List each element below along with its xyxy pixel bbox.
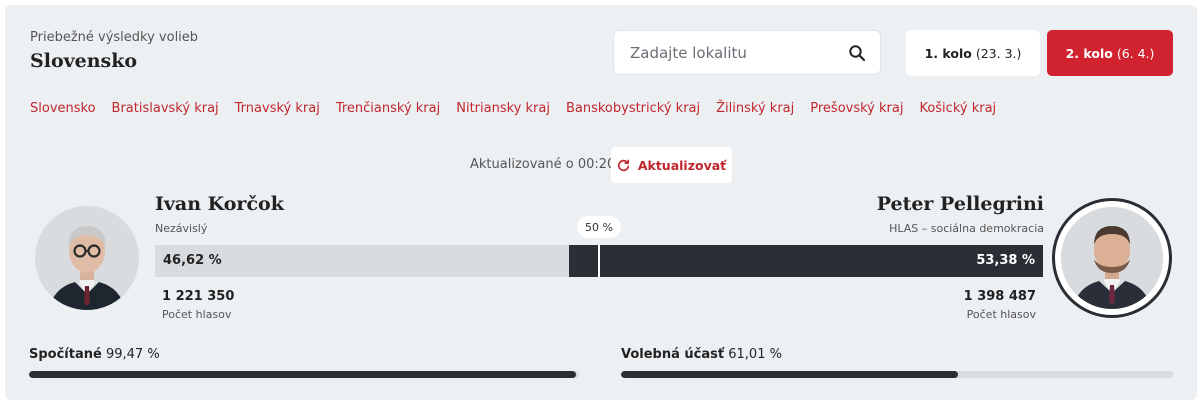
- candidate-left-votes-label: Počet hlasov: [162, 308, 232, 321]
- refresh-button[interactable]: Aktualizovať: [611, 147, 732, 183]
- candidate-left-name: Ivan Korčok: [155, 193, 284, 215]
- candidate-left-avatar: [35, 206, 139, 310]
- counted-progress-fill: [29, 371, 577, 378]
- turnout-stat: Volebná účasť 61,01 %: [621, 347, 782, 362]
- page-title: Slovensko: [30, 50, 138, 72]
- counted-progress-bar: [29, 371, 579, 378]
- round-1-label: 1. kolo: [924, 45, 972, 61]
- turnout-value: 61,01 %: [728, 347, 782, 362]
- candidate-left-portrait: [35, 206, 139, 310]
- region-nav: Slovensko Bratislavský kraj Trnavský kra…: [30, 101, 1012, 116]
- search-placeholder: Zadajte lokalitu: [630, 44, 747, 62]
- candidate-right-party: HLAS – sociálna demokracia: [889, 222, 1044, 235]
- candidate-right-avatar: [1052, 198, 1172, 318]
- page-subtitle: Priebežné výsledky volieb: [30, 30, 199, 45]
- region-link-nitriansky[interactable]: Nitriansky kraj: [456, 101, 550, 116]
- candidate-right-portrait: [1061, 207, 1163, 309]
- region-link-trnavsky[interactable]: Trnavský kraj: [235, 101, 320, 116]
- region-link-presovsky[interactable]: Prešovský kraj: [810, 101, 903, 116]
- candidate-left-percent: 46,62 %: [163, 253, 222, 268]
- candidate-right-name: Peter Pellegrini: [876, 193, 1044, 215]
- candidate-left-votes: 1 221 350: [162, 289, 235, 304]
- counted-stat: Spočítané 99,47 %: [29, 347, 160, 362]
- region-link-bratislavsky[interactable]: Bratislavský kraj: [112, 101, 219, 116]
- refresh-button-label: Aktualizovať: [637, 157, 727, 173]
- round-1-button[interactable]: 1. kolo (23. 3.): [906, 30, 1040, 76]
- region-link-trenciansky[interactable]: Trenčianský kraj: [336, 101, 440, 116]
- round-2-button[interactable]: 2. kolo (6. 4.): [1047, 30, 1173, 76]
- counted-label: Spočítané: [29, 347, 102, 362]
- region-link-zilinsky[interactable]: Žilinský kraj: [716, 101, 794, 116]
- region-link-slovensko[interactable]: Slovensko: [30, 101, 96, 116]
- search-icon[interactable]: [848, 44, 866, 62]
- midpoint-marker: [598, 245, 600, 277]
- round-2-label: 2. kolo: [1065, 45, 1113, 61]
- candidate-left-party: Nezávislý: [155, 222, 208, 235]
- midpoint-badge: 50 %: [577, 216, 621, 238]
- turnout-progress-fill: [621, 371, 958, 378]
- candidate-right-votes-label: Počet hlasov: [966, 308, 1036, 321]
- region-link-banskobystricky[interactable]: Banskobystrický kraj: [566, 101, 700, 116]
- candidate-right-percent: 53,38 %: [976, 253, 1035, 268]
- turnout-progress-bar: [621, 371, 1173, 378]
- vote-share-bar: 46,62 % 53,38 %: [155, 245, 1043, 277]
- round-1-date: (23. 3.): [975, 45, 1022, 61]
- counted-value: 99,47 %: [105, 347, 160, 362]
- round-2-date: (6. 4.): [1116, 45, 1155, 61]
- region-link-kosicky[interactable]: Košický kraj: [919, 101, 996, 116]
- last-updated-text: Aktualizované o 00:20: [470, 157, 616, 172]
- search-input[interactable]: Zadajte lokalitu: [613, 30, 881, 75]
- candidate-right-votes: 1 398 487: [963, 289, 1036, 304]
- refresh-icon: [617, 159, 630, 171]
- turnout-label: Volebná účasť: [621, 347, 725, 362]
